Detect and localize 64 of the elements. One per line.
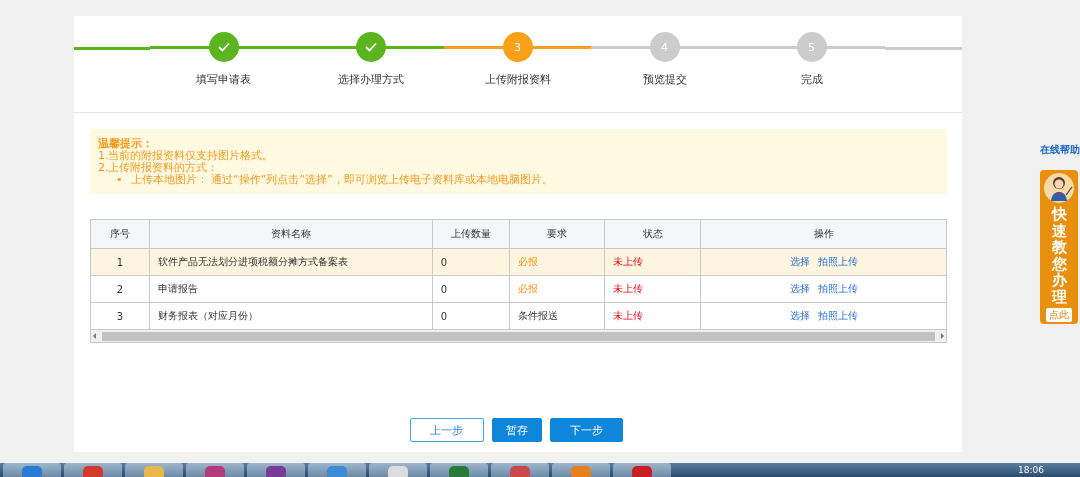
step-label: 预览提交 bbox=[641, 72, 688, 87]
taskbar-app[interactable] bbox=[430, 463, 488, 477]
action-link[interactable]: 拍照上传 bbox=[817, 283, 858, 294]
step-label: 上传附报资料 bbox=[483, 72, 552, 87]
avatar-icon bbox=[1044, 173, 1074, 203]
table-row[interactable]: 2 申请报告 0 必报 未上传 选择 拍照上传 bbox=[90, 275, 947, 303]
scroll-right-icon[interactable] bbox=[938, 332, 946, 340]
bullet: • bbox=[116, 174, 123, 186]
step-button[interactable]: 上一步 bbox=[409, 418, 484, 442]
taskbar-app[interactable] bbox=[552, 463, 610, 477]
column-header: 状态 bbox=[604, 219, 701, 249]
table-row[interactable]: 1 软件产品无法划分进项税额分摊方式备案表 0 必报 未上传 选择 拍照上传 bbox=[90, 248, 947, 276]
help-link[interactable]: 在线帮助 bbox=[1040, 143, 1080, 157]
notice-text: 2.上传附报资料的方式： bbox=[98, 162, 219, 174]
column-header: 资料名称 bbox=[149, 219, 433, 249]
action-link[interactable]: 选择 bbox=[789, 283, 810, 294]
table-cell: 0 bbox=[432, 248, 510, 276]
table-cell: 2 bbox=[90, 275, 150, 303]
table-cell: 申请报告 bbox=[149, 275, 433, 303]
help-banner[interactable]: 快速教您办理 点此 bbox=[1040, 170, 1078, 324]
table-cell: 财务报表（对应月份） bbox=[149, 302, 433, 330]
action-link[interactable]: 选择 bbox=[789, 310, 810, 321]
table-cell: 未上传 bbox=[604, 248, 701, 276]
clock: 18:06 bbox=[1018, 465, 1044, 475]
step-number: 3 bbox=[502, 32, 533, 62]
table-cell: 未上传 bbox=[604, 275, 701, 303]
action-link[interactable]: 拍照上传 bbox=[817, 256, 858, 267]
step-label: 完成 bbox=[799, 72, 824, 87]
table-row[interactable]: 3 财务报表（对应月份） 0 条件报送 未上传 选择 拍照上传 bbox=[90, 302, 947, 330]
step-button[interactable]: 暂存 bbox=[491, 418, 542, 442]
table-cell: 必报 bbox=[509, 275, 605, 303]
taskbar-app[interactable] bbox=[186, 463, 244, 477]
table-cell: 必报 bbox=[509, 248, 605, 276]
table-cell: 条件报送 bbox=[509, 302, 605, 330]
table-cell: 3 bbox=[90, 302, 150, 330]
taskbar-app[interactable] bbox=[308, 463, 366, 477]
click-label: 点此 bbox=[1046, 308, 1072, 322]
taskbar-app[interactable] bbox=[369, 463, 427, 477]
table-cell: 0 bbox=[432, 275, 510, 303]
column-header: 要求 bbox=[509, 219, 605, 249]
scroll-left-icon[interactable] bbox=[91, 332, 99, 340]
taskbar-app[interactable] bbox=[64, 463, 122, 477]
taskbar-app[interactable] bbox=[125, 463, 183, 477]
table-cell: 未上传 bbox=[604, 302, 701, 330]
notice-text: 1.当前的附报资料仅支持图片格式。 bbox=[98, 150, 275, 162]
action-link[interactable]: 拍照上传 bbox=[817, 310, 858, 321]
action-link[interactable]: 选择 bbox=[789, 256, 810, 267]
column-header: 上传数量 bbox=[432, 219, 510, 249]
table-cell: 1 bbox=[90, 248, 150, 276]
step-label: 选择办理方式 bbox=[336, 72, 405, 87]
taskbar-app[interactable] bbox=[247, 463, 305, 477]
horizontal-scrollbar[interactable] bbox=[90, 330, 947, 343]
column-header: 序号 bbox=[90, 219, 150, 249]
column-header: 操作 bbox=[700, 219, 947, 249]
banner-text: 快速教您办理 bbox=[1051, 206, 1067, 305]
taskbar-app[interactable] bbox=[491, 463, 549, 477]
step-button[interactable]: 下一步 bbox=[549, 418, 623, 442]
taskbar-app[interactable] bbox=[613, 463, 671, 477]
notice-title: 温馨提示： bbox=[98, 138, 154, 150]
table-cell: 0 bbox=[432, 302, 510, 330]
notice-text: 上传本地图片： 通过“操作”列点击“选择”，即可浏览上传电子资料库或本地电脑图片。 bbox=[130, 174, 553, 186]
step-label: 填写申请表 bbox=[195, 72, 252, 87]
table-cell: 软件产品无法划分进项税额分摊方式备案表 bbox=[149, 248, 433, 276]
taskbar-app[interactable] bbox=[3, 463, 61, 477]
